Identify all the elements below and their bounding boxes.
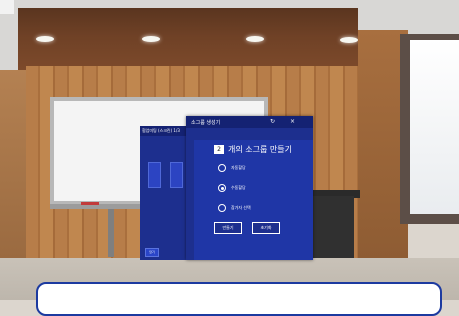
meeting-panel-title: 협업미팅 (스크린) 1/3 bbox=[142, 128, 180, 133]
refresh-icon[interactable]: ↻ bbox=[270, 118, 275, 125]
ceiling-light bbox=[340, 37, 358, 43]
dialog-title: 소그룹 생성기 bbox=[191, 120, 221, 126]
subgroup-generator-dialog: 소그룹 생성기 ↻ × 2 개의 소그룹 만들기 자동할당 수동할당 참가자 선… bbox=[186, 116, 313, 260]
group-count-input[interactable]: 2 bbox=[214, 145, 224, 154]
bottom-card bbox=[36, 282, 442, 316]
option-select[interactable]: 참가자 선택 bbox=[218, 204, 298, 214]
ceiling-wood-panel bbox=[18, 8, 358, 70]
option-label: 수동할당 bbox=[231, 185, 246, 190]
participant-seat[interactable] bbox=[148, 162, 161, 188]
ceiling-light bbox=[246, 36, 264, 42]
option-manual[interactable]: 수동할당 bbox=[218, 184, 298, 194]
radio-auto[interactable] bbox=[218, 164, 226, 172]
option-label: 참가자 선택 bbox=[231, 205, 251, 210]
option-auto[interactable]: 자동할당 bbox=[218, 164, 298, 174]
marker[interactable] bbox=[81, 202, 99, 205]
meeting-close-button[interactable]: 닫기 bbox=[145, 248, 159, 257]
create-button[interactable]: 만들기 bbox=[214, 222, 242, 234]
option-label: 자동할당 bbox=[231, 165, 246, 170]
participant-seat[interactable] bbox=[170, 162, 183, 188]
radio-select[interactable] bbox=[218, 204, 226, 212]
viewport-corner bbox=[0, 0, 14, 14]
close-icon[interactable]: × bbox=[290, 118, 295, 125]
dialog-body: 2 개의 소그룹 만들기 자동할당 수동할당 참가자 선택 만들기 초기화 bbox=[194, 140, 313, 260]
window bbox=[410, 40, 459, 214]
left-wall bbox=[0, 70, 26, 260]
radio-manual[interactable] bbox=[218, 184, 226, 192]
whiteboard-stand bbox=[108, 209, 114, 257]
reset-button[interactable]: 초기화 bbox=[252, 222, 280, 234]
ceiling-light bbox=[142, 36, 160, 42]
ceiling-light bbox=[36, 36, 54, 42]
dialog-headline: 개의 소그룹 만들기 bbox=[228, 145, 292, 154]
